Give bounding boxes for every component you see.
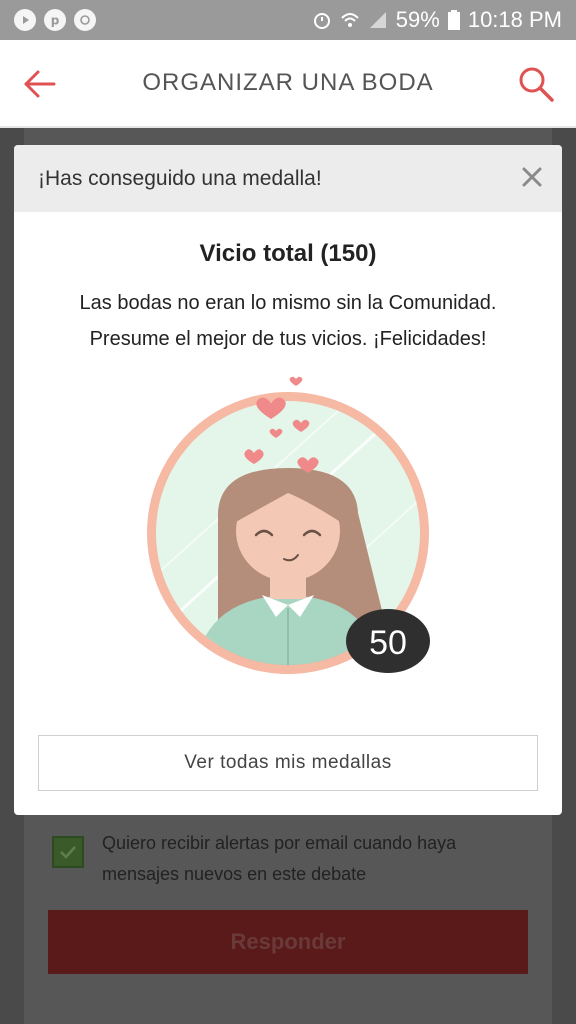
modal-header: ¡Has conseguido una medalla! <box>14 145 562 212</box>
wifi-icon <box>341 13 359 27</box>
notification-icons: p <box>14 9 96 31</box>
checkmark-icon <box>60 846 76 859</box>
page-title: ORGANIZAR UNA BODA <box>142 69 434 96</box>
medal-modal: ¡Has conseguido una medalla! Vicio total… <box>14 145 562 815</box>
status-bar: p 59% 10:18 PM <box>0 0 576 40</box>
close-icon[interactable] <box>520 165 544 189</box>
medal-level-badge: 50 <box>369 624 407 662</box>
back-arrow-icon[interactable] <box>22 66 58 102</box>
email-alerts-checkbox[interactable] <box>52 836 84 868</box>
email-alerts-label: Quiero recibir alertas por email cuando … <box>102 833 457 884</box>
medal-description: Las bodas no eran lo mismo sin la Comuni… <box>79 292 497 350</box>
whatsapp-icon <box>74 9 96 31</box>
modal-title: ¡Has conseguido una medalla! <box>38 166 322 190</box>
app-header: ORGANIZAR UNA BODA <box>0 40 576 128</box>
svg-text:p: p <box>51 14 60 28</box>
view-all-medals-button[interactable]: Ver todas mis medallas <box>38 735 538 791</box>
search-icon[interactable] <box>516 64 556 104</box>
youtube-icon <box>14 9 36 31</box>
clock: 10:18 PM <box>467 7 562 32</box>
battery-icon <box>447 10 460 30</box>
medal-illustration: 50 <box>147 376 430 674</box>
system-status: 59% 10:18 PM <box>312 7 562 33</box>
medal-name: Vicio total (150) <box>199 240 377 267</box>
alarm-icon <box>313 13 330 29</box>
battery-percent: 59% <box>395 7 440 32</box>
pinterest-icon: p <box>44 9 66 31</box>
reply-button[interactable]: Responder <box>48 910 528 974</box>
signal-icon <box>369 12 386 28</box>
